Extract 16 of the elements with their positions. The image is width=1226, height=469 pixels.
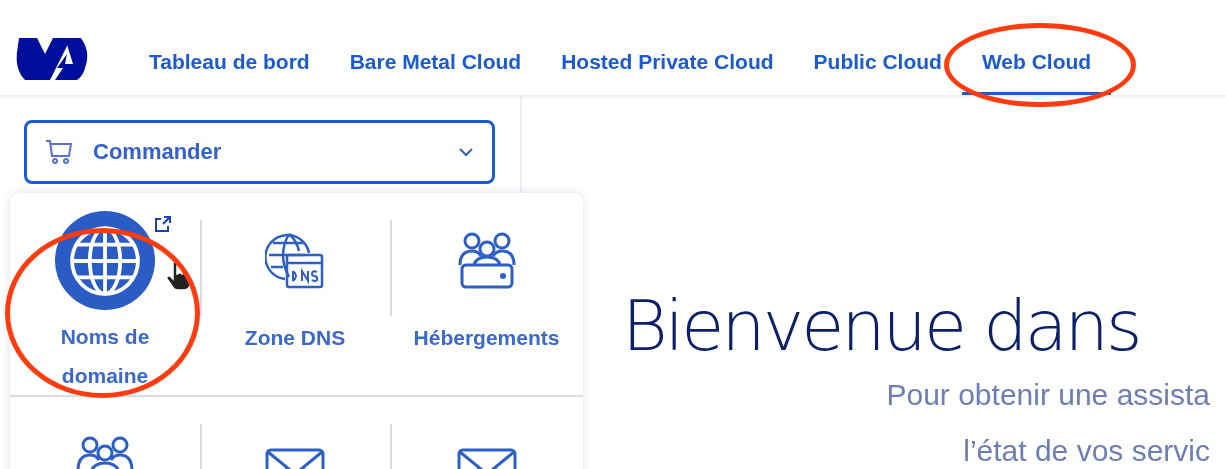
nav-tab[interactable]: Hosted Private Cloud [541,31,794,95]
nav-tab[interactable]: Web Cloud [961,31,1112,95]
hand-cursor-icon [165,261,191,291]
welcome-title: Bienvenue dans [622,285,1141,367]
cart-icon [45,139,73,165]
order-dropdown[interactable]: Commander [24,120,495,184]
welcome-text: l’état de vos servic [963,433,1210,469]
product-link[interactable]: Zone DNS [244,318,346,357]
product-link[interactable]: Hébergements [413,318,560,357]
nav-tab[interactable]: Public Cloud [793,31,962,95]
nav-tab[interactable]: Bare Metal Cloud [329,31,542,95]
chevron-down-icon [458,147,474,157]
welcome-text: Pour obtenir une assista [886,377,1210,413]
logo[interactable] [15,38,89,80]
product-link[interactable]: Noms de domaine [25,317,185,395]
nav-tab[interactable]: Tableau de bord [129,31,330,95]
